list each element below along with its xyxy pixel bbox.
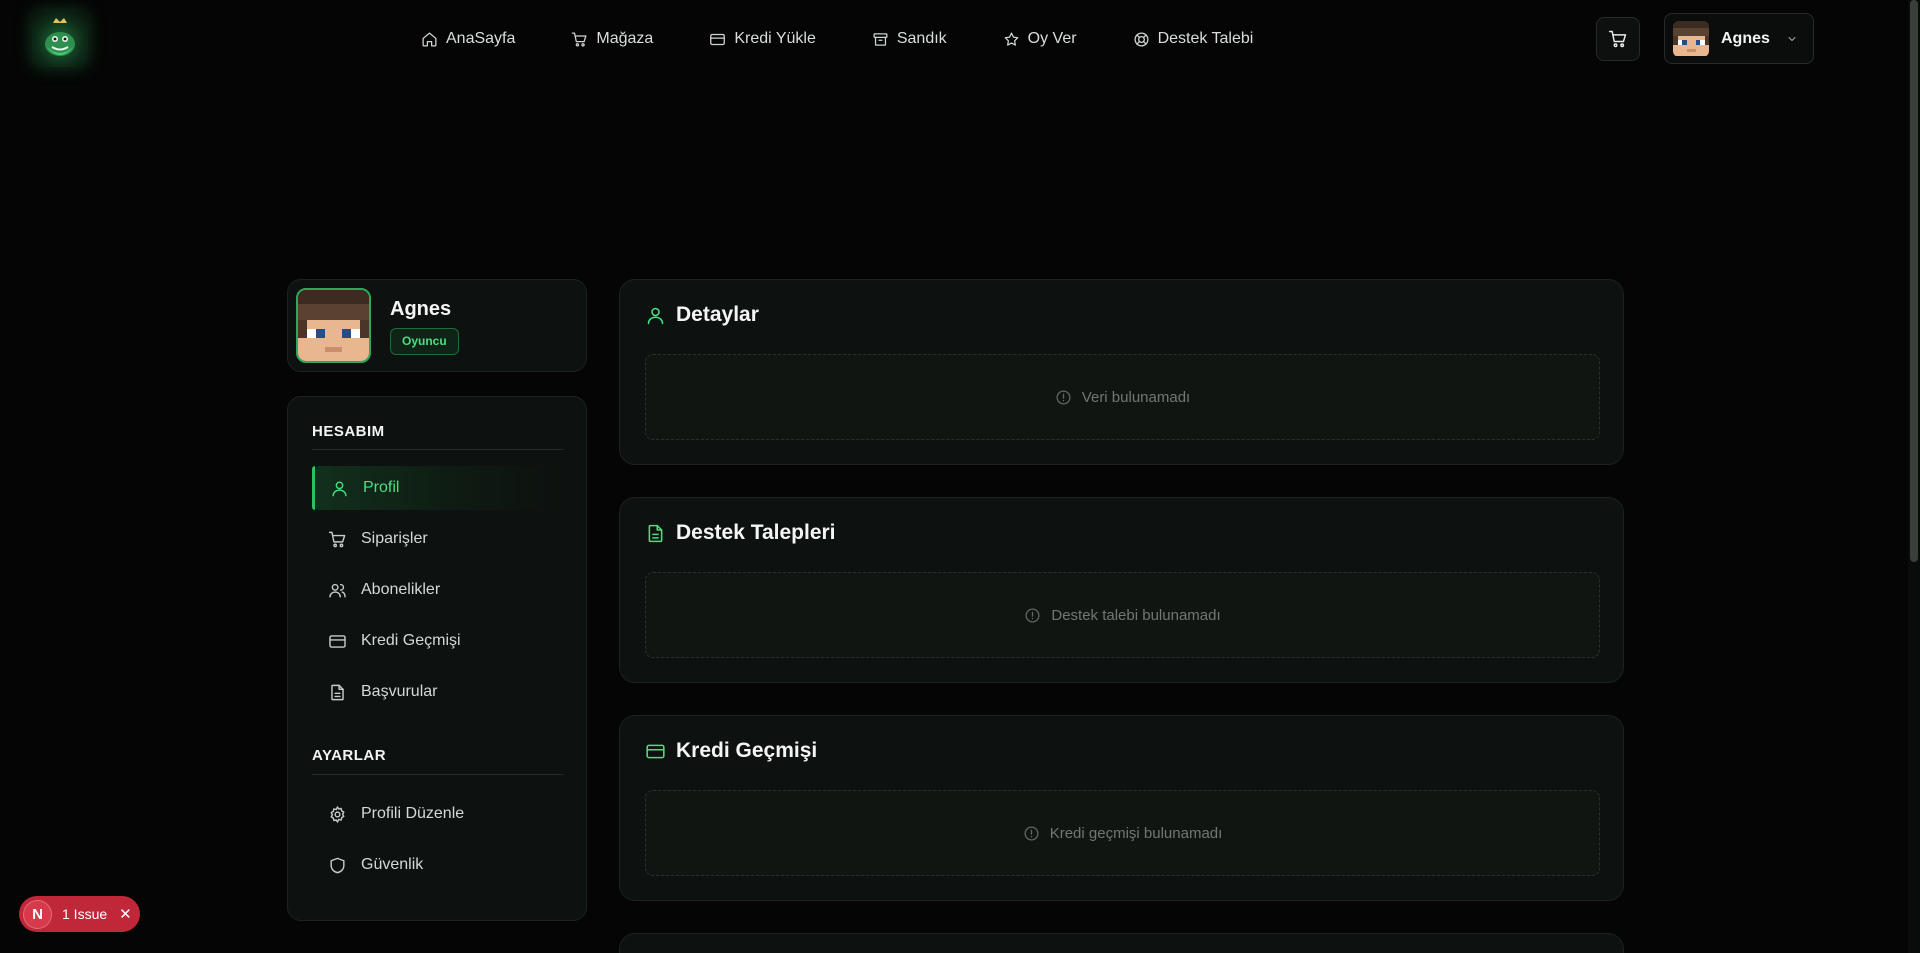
empty-state-text: Kredi geçmişi bulunamadı — [1049, 824, 1223, 842]
archive-box-icon — [873, 32, 888, 46]
users-icon — [329, 583, 346, 598]
shopping-cart-icon — [1608, 30, 1627, 48]
card-header: Detaylar — [645, 303, 759, 327]
nav-item-chest[interactable]: Sandık — [872, 30, 947, 48]
sidebar-item-credit-history[interactable]: Kredi Geçmişi — [312, 619, 564, 663]
document-icon — [648, 524, 663, 542]
nav-item-store[interactable]: Mağaza — [571, 30, 653, 48]
role-badge: Oyuncu — [390, 328, 459, 355]
sidebar-item-profile[interactable]: Profil — [312, 466, 564, 510]
shield-icon — [330, 857, 345, 873]
sidebar-item-edit-profile[interactable]: Profili Düzenle — [312, 792, 564, 836]
nav-label-home: AnaSayfa — [446, 30, 516, 47]
gear-icon — [330, 805, 345, 823]
info-circle-icon — [1024, 825, 1039, 841]
issue-count-text: 1 Issue — [62, 906, 108, 922]
sidebar-item-label: Profili Düzenle — [361, 805, 465, 822]
nav-item-credit[interactable]: Kredi Yükle — [709, 30, 816, 48]
dragon-logo-icon — [45, 18, 75, 56]
user-icon — [332, 480, 347, 496]
site-logo[interactable] — [32, 11, 88, 67]
main-nav: AnaSayfa Mağaza Kredi Yükle Sandık Oy Ve… — [421, 26, 1253, 52]
issue-badge-logo: N — [23, 899, 52, 929]
account-sidebar: HESABIM Profil Siparişler Abonelikler Kr… — [287, 396, 587, 921]
lifebuoy-icon — [1134, 31, 1149, 47]
nav-label-vote: Oy Ver — [1027, 30, 1077, 47]
document-icon — [331, 684, 344, 700]
nav-label-chest: Sandık — [896, 30, 947, 47]
empty-state: Veri bulunamadı — [645, 354, 1600, 440]
details-card: Detaylar Veri bulunamadı — [619, 279, 1624, 465]
credit-history-card: Kredi Geçmişi Kredi geçmişi bulunamadı — [619, 715, 1624, 901]
info-circle-icon — [1056, 389, 1071, 405]
card-header: Kredi Geçmişi — [645, 739, 817, 763]
issue-badge[interactable]: N 1 Issue ✕ — [19, 896, 140, 932]
nav-item-support[interactable]: Destek Talebi — [1133, 30, 1254, 48]
credit-card-icon — [710, 33, 726, 45]
support-tickets-card: Destek Talepleri Destek talebi bulunamad… — [619, 497, 1624, 683]
section-title-settings: AYARLAR — [312, 747, 387, 764]
top-header: AnaSayfa Mağaza Kredi Yükle Sandık Oy Ve… — [0, 0, 1920, 80]
sidebar-item-label: Güvenlik — [361, 856, 424, 873]
info-circle-icon — [1025, 607, 1040, 623]
scrollbar-thumb[interactable] — [1910, 0, 1918, 562]
shopping-cart-icon — [572, 31, 587, 47]
chevron-down-icon — [1788, 36, 1796, 41]
user-icon — [647, 307, 664, 324]
section-title-account: HESABIM — [312, 423, 385, 440]
sidebar-item-label: Kredi Geçmişi — [361, 632, 461, 649]
sidebar-item-label: Siparişler — [361, 530, 428, 547]
sidebar-item-applications[interactable]: Başvurular — [312, 670, 564, 714]
shopping-cart-icon — [328, 531, 346, 547]
user-menu-button[interactable]: Agnes — [1664, 13, 1814, 64]
user-menu-name: Agnes — [1721, 29, 1770, 47]
nav-label-credit: Kredi Yükle — [734, 30, 816, 47]
sidebar-item-security[interactable]: Güvenlik — [312, 843, 564, 887]
avatar — [1673, 20, 1709, 57]
empty-state-text: Destek talebi bulunamadı — [1051, 606, 1221, 624]
next-card-partial — [619, 933, 1624, 953]
profile-avatar — [296, 288, 371, 363]
sidebar-item-orders[interactable]: Siparişler — [312, 517, 564, 561]
nav-item-vote[interactable]: Oy Ver — [1003, 30, 1077, 48]
card-title: Detaylar — [676, 303, 759, 326]
nav-item-home[interactable]: AnaSayfa — [421, 30, 515, 48]
credit-card-icon — [646, 744, 665, 758]
star-icon — [1004, 31, 1019, 46]
sidebar-item-label: Abonelikler — [361, 581, 441, 598]
empty-state: Destek talebi bulunamadı — [645, 572, 1600, 658]
cart-button[interactable] — [1596, 17, 1640, 61]
divider — [312, 774, 564, 775]
card-header: Destek Talepleri — [645, 521, 836, 545]
sidebar-item-label: Profil — [363, 479, 400, 496]
sidebar-item-subscriptions[interactable]: Abonelikler — [312, 568, 564, 612]
empty-state: Kredi geçmişi bulunamadı — [645, 790, 1600, 876]
nav-label-store: Mağaza — [596, 30, 654, 47]
credit-card-icon — [329, 634, 346, 648]
sidebar-item-label: Başvurular — [361, 683, 438, 700]
close-icon[interactable]: ✕ — [119, 905, 132, 923]
card-title: Destek Talepleri — [676, 521, 836, 544]
card-title: Kredi Geçmişi — [676, 739, 818, 762]
home-icon — [422, 31, 437, 47]
nav-label-support: Destek Talebi — [1157, 30, 1254, 47]
profile-card: Agnes Oyuncu — [287, 279, 587, 372]
empty-state-text: Veri bulunamadı — [1081, 388, 1191, 406]
profile-name: Agnes — [390, 298, 452, 320]
divider — [312, 449, 564, 450]
